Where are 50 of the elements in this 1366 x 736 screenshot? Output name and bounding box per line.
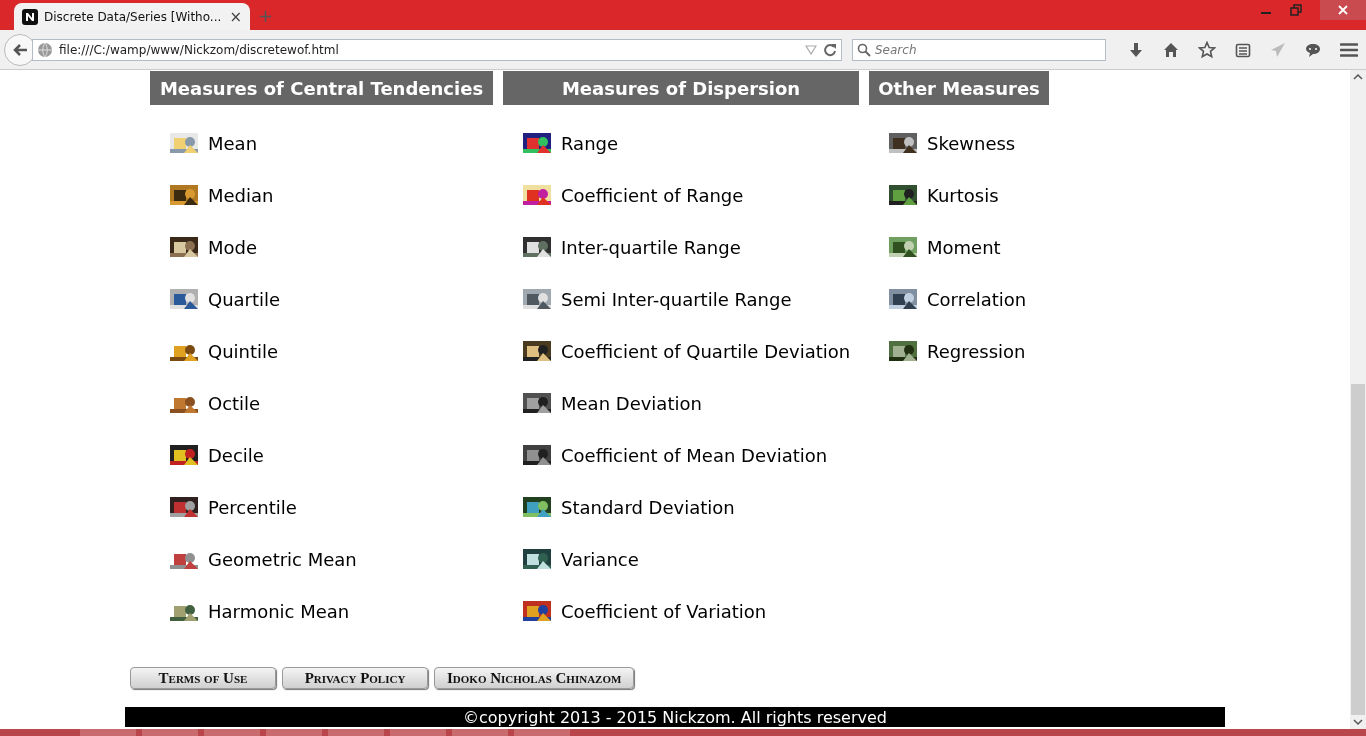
measure-link[interactable]: Mode bbox=[208, 236, 258, 258]
measure-link[interactable]: Decile bbox=[208, 444, 264, 466]
tab-close-button[interactable]: × bbox=[229, 7, 242, 26]
star-icon[interactable] bbox=[1198, 40, 1216, 59]
measure-link[interactable]: Kurtosis bbox=[927, 184, 999, 206]
browser-tab[interactable]: Discrete Data/Series [Witho... × bbox=[14, 3, 250, 30]
measure-link[interactable]: Quintile bbox=[208, 340, 279, 362]
measure-link[interactable]: Median bbox=[208, 184, 274, 206]
column-heading: Other Measures bbox=[869, 71, 1049, 105]
measure-link[interactable]: Regression bbox=[927, 340, 1026, 362]
measure-link[interactable]: Mean Deviation bbox=[561, 392, 702, 414]
measure-link[interactable]: Harmonic Mean bbox=[208, 600, 350, 622]
search-field[interactable]: Search bbox=[852, 38, 1106, 61]
menu-icon[interactable] bbox=[1340, 41, 1358, 58]
reload-icon[interactable] bbox=[823, 42, 837, 57]
home-icon[interactable] bbox=[1163, 41, 1179, 58]
measure-link[interactable]: Inter-quartile Range bbox=[561, 236, 741, 258]
download-icon[interactable] bbox=[1128, 41, 1144, 58]
tab-title: Discrete Data/Series [Witho... bbox=[44, 9, 223, 24]
column-heading: Measures of Central Tendencies bbox=[150, 71, 493, 105]
footer-link-button[interactable]: Idoko Nicholas Chinazom bbox=[434, 667, 635, 689]
measure-link[interactable]: Correlation bbox=[927, 288, 1027, 310]
close-icon bbox=[1337, 4, 1349, 16]
measure-link[interactable]: Quartile bbox=[208, 288, 281, 310]
globe-icon bbox=[37, 41, 53, 58]
measure-link[interactable]: Percentile bbox=[208, 496, 297, 518]
measure-link[interactable]: Semi Inter-quartile Range bbox=[561, 288, 792, 310]
measure-link[interactable]: Octile bbox=[208, 392, 261, 414]
close-window-button[interactable] bbox=[1320, 0, 1366, 20]
measure-link[interactable]: Coefficient of Quartile Deviation bbox=[561, 340, 851, 362]
measure-link[interactable]: Range bbox=[561, 132, 619, 154]
letter-n-icon bbox=[22, 8, 38, 25]
measure-link[interactable]: Coefficient of Mean Deviation bbox=[561, 444, 828, 466]
column-heading: Measures of Dispersion bbox=[503, 71, 859, 105]
measure-link[interactable]: Geometric Mean bbox=[208, 548, 357, 570]
measure-link[interactable]: Mean bbox=[208, 132, 258, 154]
address-bar[interactable]: file:///C:/wamp/www/Nickzom/discretewof.html bbox=[32, 38, 842, 61]
chat-bubble-icon[interactable] bbox=[1305, 41, 1321, 58]
footer-link-button[interactable]: Privacy Policy bbox=[282, 667, 428, 689]
measure-link[interactable]: Moment bbox=[927, 236, 1001, 258]
measure-link[interactable]: Skewness bbox=[927, 132, 1016, 154]
copyright-text: ©copyright 2013 - 2015 Nickzom. All rights reserved bbox=[463, 707, 887, 727]
measure-link[interactable]: Coefficient of Variation bbox=[561, 600, 767, 622]
measure-link[interactable]: Coefficient of Range bbox=[561, 184, 744, 206]
reading-list-icon[interactable] bbox=[1235, 41, 1251, 58]
measure-link[interactable]: Standard Deviation bbox=[561, 496, 735, 518]
footer-link-button[interactable]: Terms of Use bbox=[130, 667, 276, 689]
restore-icon[interactable] bbox=[1290, 4, 1302, 16]
measure-link[interactable]: Variance bbox=[561, 548, 639, 570]
url-text: file:///C:/wamp/www/Nickzom/discretewof.html bbox=[59, 42, 340, 57]
